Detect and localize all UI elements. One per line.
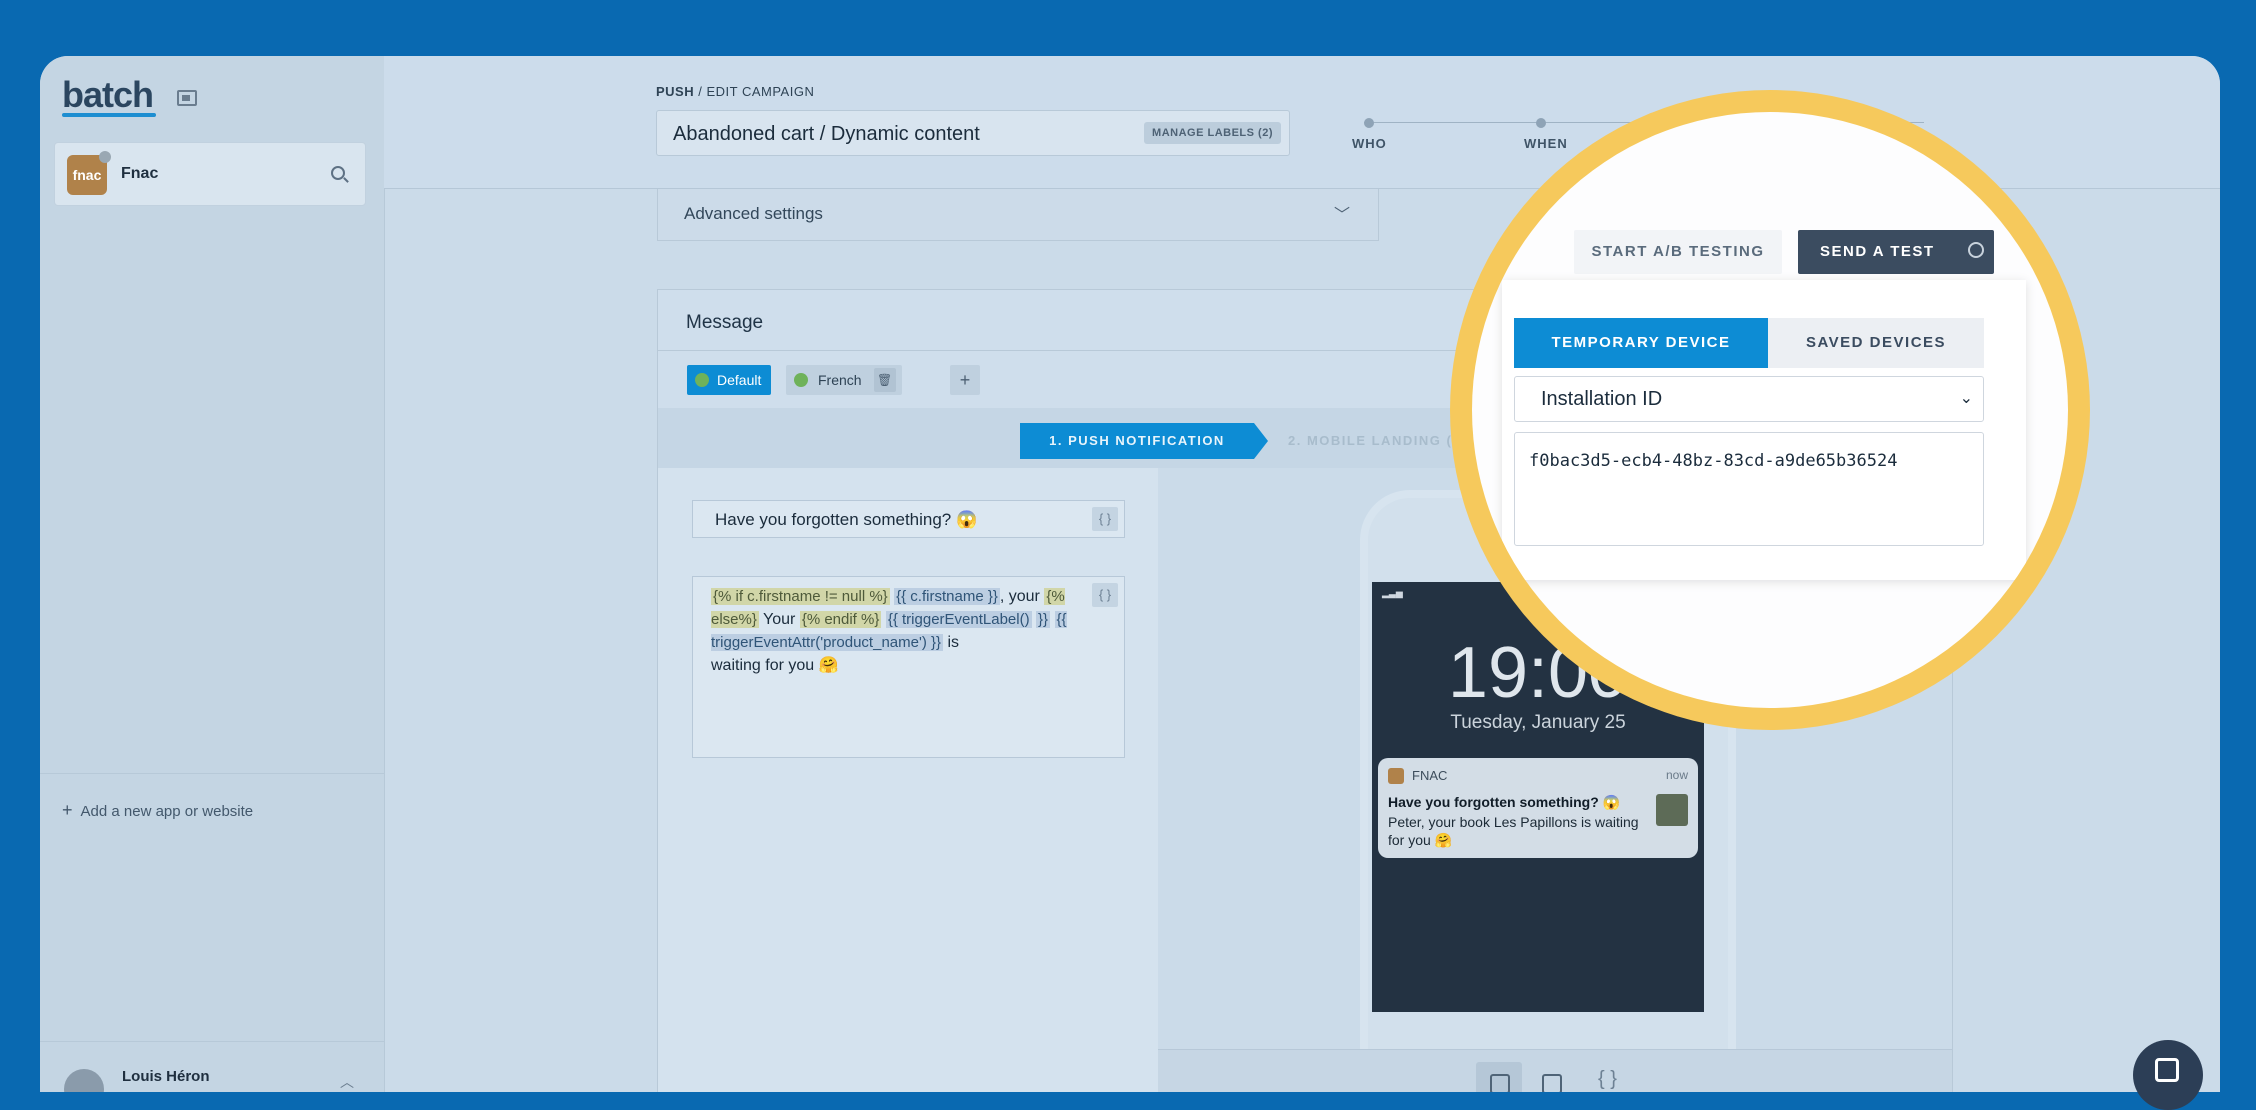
language-french-tab[interactable]: French 🗑 bbox=[786, 365, 902, 395]
app-selector[interactable]: fnac Fnac bbox=[54, 142, 366, 206]
app-logo-text: fnac bbox=[72, 167, 102, 183]
preview-expanded-icon[interactable] bbox=[1528, 1062, 1574, 1092]
fnac-logo: fnac bbox=[67, 151, 111, 195]
notification-title: Have you forgotten something? 😱 bbox=[1388, 794, 1621, 810]
search-icon[interactable] bbox=[331, 166, 345, 180]
trash-icon[interactable]: 🗑 bbox=[873, 368, 896, 392]
notification-image bbox=[1656, 794, 1688, 826]
send-test-button[interactable]: SEND A TEST bbox=[1798, 230, 1994, 274]
preview-collapsed-icon[interactable] bbox=[1476, 1062, 1522, 1092]
chevron-down-icon: ⌄ bbox=[1959, 390, 1973, 407]
advanced-settings-accordion[interactable]: Advanced settings ﹀ bbox=[657, 189, 1379, 241]
breadcrumb-section[interactable]: PUSH bbox=[656, 84, 694, 99]
campaign-name-field[interactable]: Abandoned cart / Dynamic content MANAGE … bbox=[656, 110, 1290, 156]
lock-date: Tuesday, January 25 bbox=[1450, 712, 1626, 733]
notification-title-value: Have you forgotten something? 😱 bbox=[715, 510, 978, 529]
news-icon[interactable] bbox=[177, 90, 197, 106]
test-panel-zoom: START A/B TESTING SEND A TEST TEMPORARY … bbox=[1472, 112, 2068, 708]
variables-button[interactable]: { } bbox=[1092, 507, 1118, 531]
sidebar: batch fnac Fnac + Add a new app or websit… bbox=[40, 56, 385, 1092]
step-dot bbox=[1536, 118, 1546, 128]
notification-body-field[interactable]: { } {% if c.firstname != null %} {{ c.fi… bbox=[692, 576, 1125, 758]
tab-mobile-landing[interactable]: 2. MOBILE LANDING ( bbox=[1288, 423, 1452, 459]
signal-icon: ▂▃▅ bbox=[1382, 588, 1403, 598]
notification-title-field[interactable]: Have you forgotten something? 😱 { } bbox=[692, 500, 1125, 538]
body-text: waiting for you 🤗 bbox=[711, 657, 839, 674]
divider bbox=[40, 773, 384, 774]
breadcrumb: PUSH / EDIT CAMPAIGN bbox=[656, 84, 814, 99]
app-name: Fnac bbox=[121, 165, 159, 182]
start-ab-testing-button[interactable]: START A/B TESTING bbox=[1574, 230, 1782, 274]
tab-saved-devices[interactable]: SAVED DEVICES bbox=[1768, 318, 1984, 368]
divider bbox=[40, 1041, 384, 1042]
template-var: }} bbox=[1036, 611, 1051, 628]
add-app-link[interactable]: + Add a new app or website bbox=[62, 800, 253, 821]
notification-app: FNAC bbox=[1412, 768, 1448, 783]
body-text: Your bbox=[758, 611, 800, 628]
template-var: {{ triggerEventLabel() bbox=[885, 611, 1032, 628]
advanced-settings-label: Advanced settings bbox=[684, 204, 823, 223]
campaign-name-value: Abandoned cart / Dynamic content bbox=[673, 123, 980, 145]
variables-preview-button[interactable]: { } bbox=[1598, 1068, 1617, 1091]
step-label: WHO bbox=[1352, 136, 1387, 151]
chat-icon[interactable] bbox=[2133, 1040, 2203, 1110]
template-tag: {% endif %} bbox=[799, 611, 882, 628]
language-label: Default bbox=[717, 372, 762, 388]
batch-logo[interactable]: batch bbox=[62, 74, 154, 116]
add-language-button[interactable]: + bbox=[950, 365, 980, 395]
breadcrumb-page: / EDIT CAMPAIGN bbox=[694, 84, 815, 99]
notification-time: now bbox=[1665, 768, 1688, 782]
check-icon bbox=[794, 373, 808, 387]
id-type-select[interactable]: Installation ID ⌄ bbox=[1514, 376, 1984, 422]
manage-labels-button[interactable]: MANAGE LABELS (2) bbox=[1144, 122, 1281, 144]
body-text: is bbox=[943, 634, 960, 651]
send-test-popover: TEMPORARY DEVICE SAVED DEVICES Installat… bbox=[1502, 280, 2026, 580]
chevron-down-icon: ﹀ bbox=[1333, 207, 1350, 224]
user-name[interactable]: Louis Héron bbox=[122, 1068, 210, 1085]
preview-toolbar: { } bbox=[1158, 1049, 1952, 1092]
plus-icon: + bbox=[62, 800, 73, 820]
message-editor: Have you forgotten something? 😱 { } { } … bbox=[658, 468, 1159, 1092]
add-app-label: Add a new app or website bbox=[80, 803, 254, 820]
installation-id-field[interactable]: f0bac3d5-ecb4-48bz-83cd-a9de65b36524 bbox=[1514, 432, 1984, 546]
chevron-up-icon[interactable]: ︿ bbox=[340, 1072, 354, 1092]
tab-temporary-device[interactable]: TEMPORARY DEVICE bbox=[1514, 318, 1768, 368]
app-icon bbox=[1388, 768, 1404, 784]
avatar[interactable] bbox=[64, 1069, 104, 1092]
step-label: WHEN bbox=[1524, 136, 1568, 151]
message-title: Message bbox=[686, 312, 764, 333]
tab-push-notification[interactable]: 1. PUSH NOTIFICATION bbox=[1020, 423, 1268, 459]
logo-underline bbox=[62, 113, 156, 117]
apple-icon bbox=[99, 151, 111, 163]
language-label: French bbox=[818, 372, 862, 388]
template-var: {{ c.firstname }} bbox=[894, 588, 1000, 605]
language-default-tab[interactable]: Default bbox=[687, 365, 772, 395]
body-text: , your bbox=[999, 588, 1040, 605]
check-icon bbox=[695, 373, 709, 387]
step-dot bbox=[1364, 118, 1374, 128]
gear-icon[interactable] bbox=[1968, 242, 1984, 258]
notification-body: Peter, your book Les Papillons is waitin… bbox=[1388, 814, 1639, 848]
id-type-value: Installation ID bbox=[1541, 388, 1663, 410]
template-tag: {% if c.firstname != null %} bbox=[711, 588, 890, 605]
variables-button[interactable]: { } bbox=[1092, 583, 1118, 607]
notification-preview: FNAC now Have you forgotten something? 😱… bbox=[1378, 758, 1698, 858]
